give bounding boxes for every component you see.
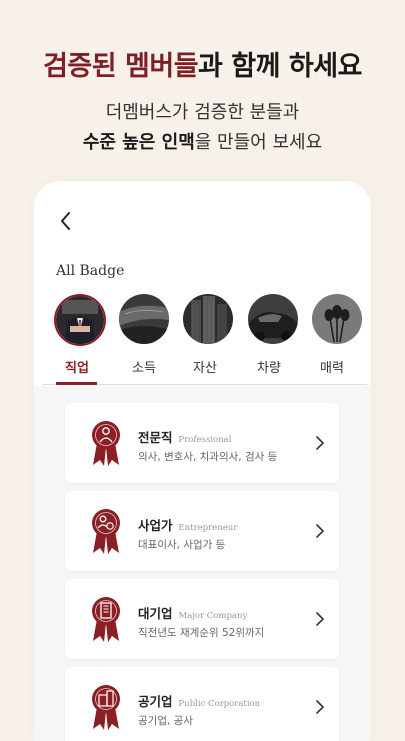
badge-english-name: Entrepreneur <box>178 523 238 533</box>
badge-photo-city[interactable] <box>183 294 233 344</box>
badge-description: 의사, 변호사, 치과의사, 검사 등 <box>138 451 278 463</box>
badge-card-title: 공기업 Public Corporation <box>138 691 260 710</box>
badge-description: 대표이사, 사업가 등 <box>138 539 226 551</box>
subtitle-rest: 을 만들어 보세요 <box>194 132 323 153</box>
tab-job[interactable]: 직업 <box>46 357 108 376</box>
badge-english-name: Professional <box>178 435 232 445</box>
subtitle-bold: 수준 높은 인맥 <box>82 132 195 153</box>
badge-photo-car[interactable] <box>248 294 298 344</box>
badge-english-name: Public Corporation <box>178 699 261 709</box>
badge-name: 전문직 <box>138 430 173 445</box>
chevron-right-icon <box>316 524 325 538</box>
badge-name: 공기업 <box>138 694 173 709</box>
chevron-right-icon <box>316 612 325 626</box>
office-medal-icon <box>92 685 120 730</box>
badge-card-major-company[interactable]: 대기업 Major Company 직전년도 재계순위 52위까지 <box>65 579 339 659</box>
building-medal-icon <box>92 597 120 642</box>
subtitle-line2: 수준 높은 인맥을 만들어 보세요 <box>0 128 405 154</box>
badge-photo-leather[interactable] <box>119 294 169 344</box>
tab-assets[interactable]: 자산 <box>174 357 236 376</box>
badge-card-entrepreneur[interactable]: 사업가 Entrepreneur 대표이사, 사업가 등 <box>65 491 339 571</box>
person-medal-icon <box>92 421 120 466</box>
badge-card-title: 사업가 Entrepreneur <box>138 515 237 534</box>
tab-charm[interactable]: 매력 <box>301 357 363 376</box>
badge-name: 사업가 <box>138 518 173 533</box>
badge-card-public-corporation[interactable]: 공기업 Public Corporation 공기업, 공사 <box>65 667 339 741</box>
badge-photo-person[interactable] <box>54 294 106 346</box>
badge-card-title: 전문직 Professional <box>138 427 231 446</box>
badge-name: 대기업 <box>138 606 173 621</box>
chevron-right-icon <box>316 700 325 714</box>
headline: 검증된 멤버들과 함께 하세요 <box>0 44 405 83</box>
section-title: All Badge <box>56 263 125 279</box>
badge-description: 직전년도 재계순위 52위까지 <box>138 627 265 639</box>
headline-rest: 과 함께 하세요 <box>198 51 362 82</box>
tab-vehicle[interactable]: 차량 <box>238 357 300 376</box>
badge-card-title: 대기업 Major Company <box>138 603 247 622</box>
badge-photo-row <box>54 294 364 348</box>
badge-description: 공기업, 공사 <box>138 715 193 727</box>
category-tabs: 직업 소득 자산 차량 매력 <box>34 357 371 385</box>
badge-photo-tulips[interactable] <box>312 294 362 344</box>
subtitle-line1: 더멤버스가 검증한 분들과 <box>105 102 300 123</box>
badge-english-name: Major Company <box>178 611 248 621</box>
headline-accent: 검증된 멤버들 <box>43 51 199 82</box>
tab-active-indicator <box>56 382 97 385</box>
phone-mockup: All Badge 직업 소득 자산 차량 매력 전문직 Professiona… <box>34 181 371 741</box>
business-medal-icon <box>92 509 120 554</box>
chevron-left-icon[interactable] <box>54 209 78 233</box>
chevron-right-icon <box>316 436 325 450</box>
badge-card-professional[interactable]: 전문직 Professional 의사, 변호사, 치과의사, 검사 등 <box>65 403 339 483</box>
tab-income[interactable]: 소득 <box>113 357 175 376</box>
